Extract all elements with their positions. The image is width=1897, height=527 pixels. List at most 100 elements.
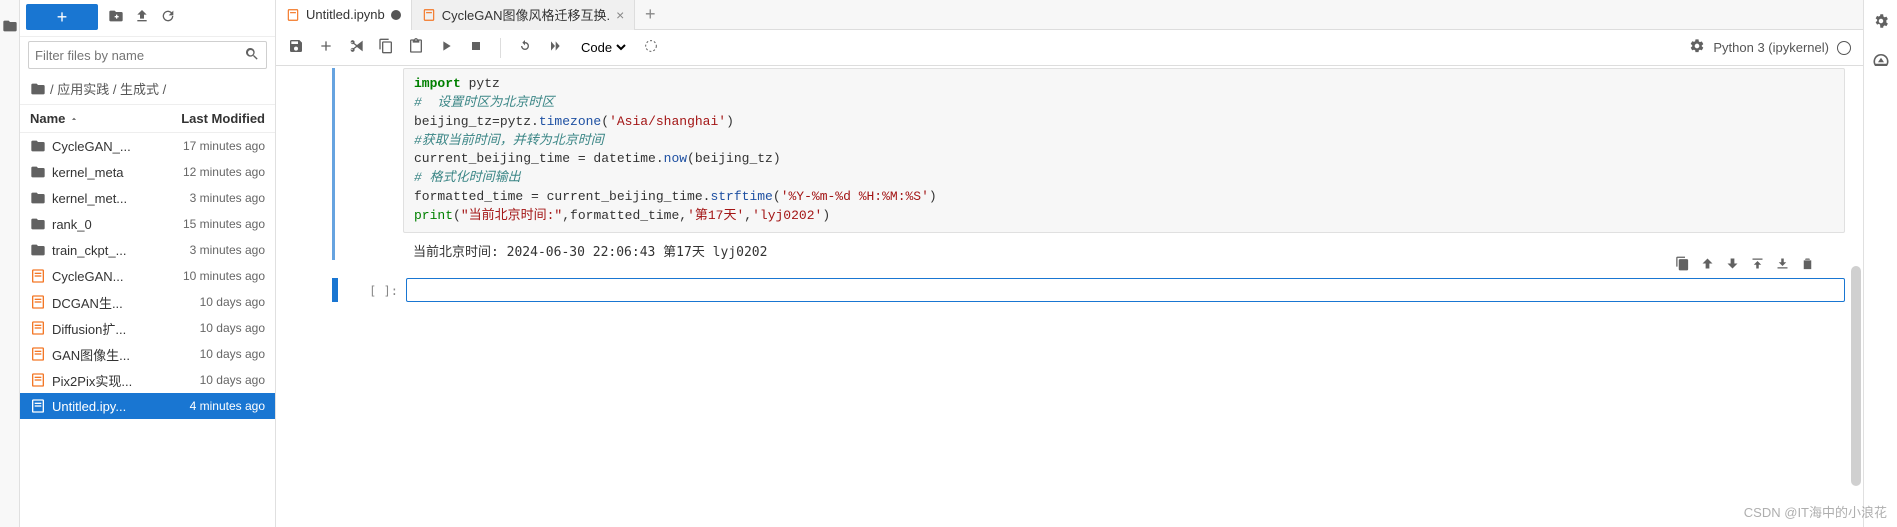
new-folder-icon[interactable] xyxy=(108,8,124,27)
tab-bar: Untitled.ipynb CycleGAN图像风格迁移互换. × + xyxy=(276,0,1863,30)
main-area: Untitled.ipynbCycleGAN图像风格迁移互换.× + Code … xyxy=(276,0,1863,527)
cell-output: 当前北京时间: 2024-06-30 22:06:43 第17天 lyj0202 xyxy=(403,233,1845,260)
kernel-status[interactable]: Python 3 (ipykernel) xyxy=(1689,38,1851,57)
move-down-icon[interactable] xyxy=(1725,256,1740,274)
render-icon[interactable] xyxy=(643,38,659,57)
breadcrumb-path: / 应用实践 / 生成式 / xyxy=(50,79,166,98)
tab-label: CycleGAN图像风格迁移互换. xyxy=(442,5,610,24)
notebook-icon xyxy=(30,346,46,362)
file-name: Pix2Pix实现... xyxy=(52,371,132,390)
folder-icon xyxy=(30,190,46,206)
kernel-gear-icon xyxy=(1689,38,1705,57)
file-modified: 10 days ago xyxy=(200,373,265,387)
empty-code-cell[interactable]: [ ]: xyxy=(276,278,1845,302)
file-row[interactable]: Diffusion扩... 10 days ago xyxy=(20,315,275,341)
file-modified: 12 minutes ago xyxy=(183,165,265,179)
file-modified: 10 days ago xyxy=(200,295,265,309)
tab[interactable]: CycleGAN图像风格迁移互换. × xyxy=(412,0,635,30)
cell-prompt: [ ]: xyxy=(338,278,406,302)
file-name: DCGAN生... xyxy=(52,293,123,312)
property-inspector-icon[interactable] xyxy=(1872,12,1890,33)
file-modified: 4 minutes ago xyxy=(190,399,265,413)
scrollbar-thumb[interactable] xyxy=(1851,266,1861,486)
notebook-icon xyxy=(30,294,46,310)
restart-run-all-icon[interactable] xyxy=(547,38,563,57)
folder-icon xyxy=(30,242,46,258)
notebook-icon xyxy=(422,8,436,22)
kernel-name: Python 3 (ipykernel) xyxy=(1713,40,1829,55)
copy-icon[interactable] xyxy=(378,38,394,57)
code-cell[interactable]: import pytz # 设置时区为北京时区 beijing_tz=pytz.… xyxy=(276,68,1845,260)
cell-prompt xyxy=(335,68,403,260)
code-editor[interactable] xyxy=(406,278,1845,302)
file-row[interactable]: DCGAN生... 10 days ago xyxy=(20,289,275,315)
file-row[interactable]: kernel_meta 12 minutes ago xyxy=(20,159,275,185)
delete-icon[interactable] xyxy=(1800,256,1815,274)
insert-above-icon[interactable] xyxy=(1750,256,1765,274)
search-icon xyxy=(244,46,260,65)
file-name: kernel_met... xyxy=(52,191,127,206)
stop-icon[interactable] xyxy=(468,38,484,57)
notebook-icon xyxy=(30,320,46,336)
file-row[interactable]: CycleGAN... 10 minutes ago xyxy=(20,263,275,289)
filter-files-box xyxy=(28,41,267,69)
file-modified: 10 minutes ago xyxy=(183,269,265,283)
file-row[interactable]: CycleGAN_...17 minutes ago xyxy=(20,133,275,159)
tab[interactable]: Untitled.ipynb xyxy=(276,0,412,30)
file-row[interactable]: Untitled.ipy... 4 minutes ago xyxy=(20,393,275,419)
notebook-icon xyxy=(286,8,300,22)
folder-icon xyxy=(30,216,46,232)
insert-cell-icon[interactable] xyxy=(318,38,334,57)
folder-icon[interactable] xyxy=(2,18,18,37)
file-modified: 10 days ago xyxy=(200,321,265,335)
file-modified: 3 minutes ago xyxy=(190,191,265,205)
file-browser: + / 应用实践 / 生成式 / Name Last Modified Cycl… xyxy=(20,0,276,527)
column-modified[interactable]: Last Modified xyxy=(181,111,265,126)
move-up-icon[interactable] xyxy=(1700,256,1715,274)
column-name[interactable]: Name xyxy=(30,111,79,126)
file-list: CycleGAN_...17 minutes ago kernel_meta 12 … xyxy=(20,133,275,527)
file-modified: 3 minutes ago xyxy=(190,243,265,257)
run-icon[interactable] xyxy=(438,38,454,57)
notebook-body[interactable]: import pytz # 设置时区为北京时区 beijing_tz=pytz.… xyxy=(276,66,1863,527)
refresh-icon[interactable] xyxy=(160,8,176,27)
file-row[interactable]: Pix2Pix实现... 10 days ago xyxy=(20,367,275,393)
code-editor[interactable]: import pytz # 设置时区为北京时区 beijing_tz=pytz.… xyxy=(403,68,1845,233)
scrollbar-vertical[interactable] xyxy=(1851,66,1861,527)
paste-icon[interactable] xyxy=(408,38,424,57)
breadcrumb[interactable]: / 应用实践 / 生成式 / xyxy=(20,73,275,105)
file-row[interactable]: GAN图像生... 10 days ago xyxy=(20,341,275,367)
save-icon[interactable] xyxy=(288,38,304,57)
notebook-icon xyxy=(30,372,46,388)
file-list-header: Name Last Modified xyxy=(20,105,275,133)
file-row[interactable]: rank_0 15 minutes ago xyxy=(20,211,275,237)
file-name: GAN图像生... xyxy=(52,345,130,364)
file-modified: 10 days ago xyxy=(200,347,265,361)
folder-icon xyxy=(30,164,46,180)
close-icon[interactable]: × xyxy=(616,7,624,23)
file-name: CycleGAN... xyxy=(52,269,124,284)
new-launcher-button[interactable]: + xyxy=(26,4,98,30)
new-tab-button[interactable]: + xyxy=(635,4,665,25)
file-row[interactable]: train_ckpt_...3 minutes ago xyxy=(20,237,275,263)
cell-action-toolbar xyxy=(1669,254,1821,276)
cell-type-select[interactable]: Code xyxy=(577,39,629,56)
file-modified: 15 minutes ago xyxy=(183,217,265,231)
restart-icon[interactable] xyxy=(517,38,533,57)
file-name: Untitled.ipy... xyxy=(52,399,126,414)
file-name: rank_0 xyxy=(52,217,92,232)
file-toolbar: + xyxy=(20,0,275,37)
file-row[interactable]: kernel_met... 3 minutes ago xyxy=(20,185,275,211)
filter-files-input[interactable] xyxy=(35,48,244,63)
upload-icon[interactable] xyxy=(134,8,150,27)
gauge-icon[interactable] xyxy=(1872,51,1890,72)
dirty-indicator-icon xyxy=(391,10,401,20)
insert-below-icon[interactable] xyxy=(1775,256,1790,274)
folder-icon xyxy=(30,81,46,97)
cut-icon[interactable] xyxy=(348,38,364,57)
right-sidebar xyxy=(1863,0,1897,527)
file-name: Diffusion扩... xyxy=(52,319,126,338)
file-modified: 17 minutes ago xyxy=(183,139,265,153)
duplicate-icon[interactable] xyxy=(1675,256,1690,274)
file-name: kernel_meta xyxy=(52,165,124,180)
